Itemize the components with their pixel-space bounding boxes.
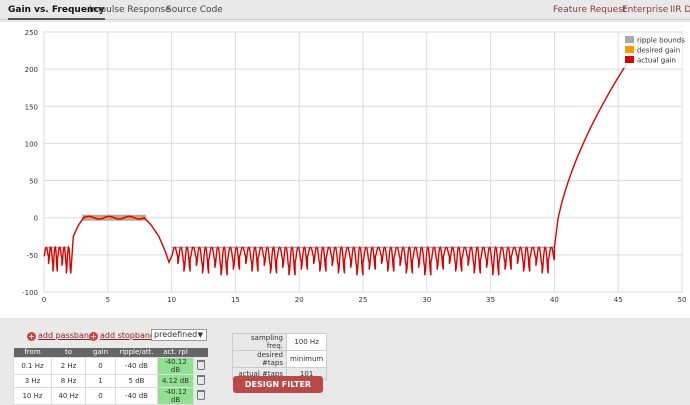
iir-link[interactable]: IIR De	[670, 5, 690, 15]
band-actual-ripple: -40.12 dB	[157, 386, 194, 405]
y-tick-label: 50	[29, 178, 38, 186]
tab-impulse-response[interactable]: Impulse Response	[89, 5, 171, 15]
trash-icon	[196, 374, 205, 385]
band-ripple-input[interactable]: -40 dB	[115, 386, 158, 405]
param-row: desired #taps minimum	[232, 350, 328, 368]
x-tick-label: 0	[42, 296, 46, 304]
y-tick-label: -50	[27, 252, 38, 260]
band-from-input[interactable]: 3 Hz	[13, 373, 52, 388]
trash-icon	[196, 389, 205, 400]
x-tick-label: 45	[614, 296, 623, 304]
tab-source-code[interactable]: Source Code	[166, 5, 223, 15]
x-tick-label: 35	[486, 296, 495, 304]
col-act-rpl: act. rpl	[157, 348, 194, 357]
chart-grid	[43, 31, 683, 293]
delete-band-button[interactable]	[193, 357, 208, 374]
bands-table: from to gain ripple/att. act. rpl 0.1 Hz…	[13, 348, 208, 405]
x-tick-label: 25	[359, 296, 368, 304]
band-row: 10 Hz 40 Hz 0 -40 dB -40.12 dB	[13, 386, 208, 405]
chevron-down-icon: ▼	[197, 331, 203, 339]
x-tick-label: 30	[422, 296, 431, 304]
band-to-input[interactable]: 8 Hz	[51, 373, 86, 388]
legend-swatch	[625, 56, 634, 63]
x-axis-ticks: 0 5 10 15 20 25 30 35 40 45 50	[42, 296, 687, 304]
y-tick-label: 150	[25, 103, 38, 111]
col-to: to	[51, 348, 86, 357]
delete-band-button[interactable]	[193, 387, 208, 404]
add-stopband-link[interactable]: + add stopband	[89, 331, 155, 341]
legend-label: actual gain	[637, 57, 676, 65]
add-stopband-label: add stopband	[100, 331, 156, 340]
legend-swatch	[625, 46, 634, 53]
band-gain-input[interactable]: 0	[85, 356, 116, 375]
filter-controls-panel: + add passband + add stopband predefined ▼…	[0, 320, 690, 405]
plus-icon: +	[27, 332, 36, 341]
predefined-select-value: predefined	[154, 330, 198, 339]
predefined-select[interactable]: predefined ▼	[151, 329, 207, 341]
col-ripple-att: ripple/att.	[115, 348, 158, 357]
y-tick-label: 200	[25, 66, 38, 74]
param-row: sampling freq. 100 Hz	[232, 333, 328, 351]
y-tick-label: 100	[25, 140, 38, 148]
param-label: desired #taps	[232, 350, 287, 368]
band-actual-ripple: -40.12 dB	[157, 356, 194, 375]
band-ripple-input[interactable]: -40 dB	[115, 356, 158, 375]
band-gain-input[interactable]: 1	[85, 373, 116, 388]
band-to-input[interactable]: 40 Hz	[51, 386, 86, 405]
band-to-input[interactable]: 2 Hz	[51, 356, 86, 375]
x-tick-label: 20	[295, 296, 304, 304]
bands-header-row: from to gain ripple/att. act. rpl	[13, 348, 208, 357]
x-tick-label: 50	[678, 296, 687, 304]
param-value[interactable]: minimum	[285, 350, 328, 368]
trash-icon	[196, 359, 205, 370]
gain-chart: -100 -50 0 50 100 150 200 250 0 5 10 15 20 25 30 35 40 4…	[0, 22, 690, 318]
band-from-input[interactable]: 0.1 Hz	[13, 356, 52, 375]
y-tick-label: 250	[25, 29, 38, 37]
enterprise-link[interactable]: Enterprise	[622, 5, 668, 15]
legend-label: ripple bounds	[637, 37, 685, 45]
x-tick-label: 40	[550, 296, 559, 304]
band-row: 0.1 Hz 2 Hz 0 -40 dB -40.12 dB	[13, 356, 208, 375]
col-gain: gain	[85, 348, 116, 357]
legend-label: desired gain	[637, 47, 680, 55]
x-tick-label: 15	[231, 296, 240, 304]
delete-band-button[interactable]	[193, 374, 208, 387]
params-table: sampling freq. 100 Hz desired #taps minimum…	[232, 333, 328, 380]
chart-legend: ripple bounds desired gain actual gain	[622, 34, 685, 68]
legend-swatch	[625, 36, 634, 43]
y-tick-label: 0	[34, 215, 38, 223]
plus-icon: +	[89, 332, 98, 341]
y-tick-label: -100	[22, 289, 38, 297]
add-passband-label: add passband	[38, 331, 95, 340]
band-from-input[interactable]: 10 Hz	[13, 386, 52, 405]
add-passband-link[interactable]: + add passband	[27, 331, 94, 341]
band-actual-ripple: 4.12 dB	[157, 373, 194, 388]
band-gain-input[interactable]: 0	[85, 386, 116, 405]
top-nav: Gain vs. Frequency Impulse Response Sour…	[0, 0, 690, 20]
param-label: sampling freq.	[232, 333, 287, 351]
feature-request-link[interactable]: Feature Request	[553, 5, 626, 15]
band-row: 3 Hz 8 Hz 1 5 dB 4.12 dB	[13, 373, 208, 388]
design-filter-button[interactable]: DESIGN FILTER	[233, 376, 323, 393]
gain-chart-svg: -100 -50 0 50 100 150 200 250 0 5 10 15 20 25 30 35 40 4…	[22, 29, 687, 304]
x-tick-label: 10	[167, 296, 176, 304]
x-tick-label: 5	[106, 296, 110, 304]
band-ripple-input[interactable]: 5 dB	[115, 373, 158, 388]
y-axis-ticks: -100 -50 0 50 100 150 200 250	[22, 29, 38, 297]
col-from: from	[13, 348, 52, 357]
param-value[interactable]: 100 Hz	[285, 333, 328, 351]
